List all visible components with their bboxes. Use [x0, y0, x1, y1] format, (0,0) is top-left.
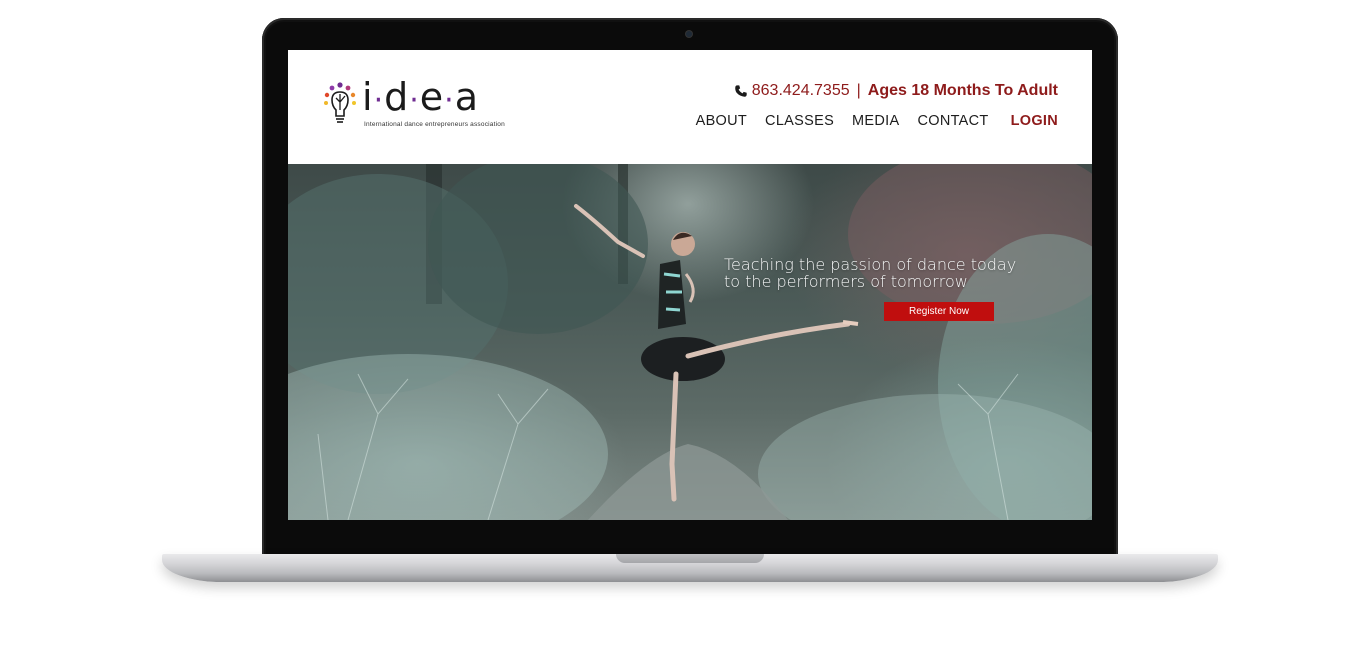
logo-tagline: International dance entrepreneurs associ…: [364, 121, 505, 128]
logo-letter-e: e: [419, 75, 445, 119]
hero-tagline-line-2: to the performers of tomorrow: [724, 272, 968, 291]
logo-dot: ·: [444, 83, 455, 118]
site-logo[interactable]: i·d·e·a International dance entrepreneur…: [322, 75, 522, 134]
nav-contact[interactable]: CONTACT: [917, 113, 988, 129]
logo-letter-a: a: [454, 75, 480, 119]
laptop-base-notch: [616, 554, 764, 563]
logo-letter-i: i: [362, 75, 374, 119]
hero-tagline: Teaching the passion of dance today to t…: [724, 256, 1016, 290]
nav-login[interactable]: LOGIN: [1011, 113, 1058, 129]
nav-classes[interactable]: CLASSES: [765, 113, 834, 129]
laptop-lid: i·d·e·a International dance entrepreneur…: [262, 18, 1118, 558]
main-nav: ABOUT CLASSES MEDIA CONTACT LOGIN: [696, 113, 1058, 129]
contact-separator: |: [856, 82, 861, 99]
hero-tagline-line-1: Teaching the passion of dance today: [724, 255, 1017, 274]
lightbulb-dancer-icon: [324, 82, 356, 123]
laptop-mockup: i·d·e·a International dance entrepreneur…: [0, 0, 1364, 668]
hero-photo-dancer-in-forest: [288, 164, 1092, 520]
nav-media[interactable]: MEDIA: [852, 113, 899, 129]
logo-dot: ·: [373, 83, 385, 118]
hero-banner: Teaching the passion of dance today to t…: [288, 164, 1092, 520]
register-now-button[interactable]: Register Now: [884, 302, 994, 321]
logo-letter-d: d: [384, 75, 410, 119]
camera-icon: [686, 31, 692, 37]
ages-label: Ages 18 Months To Adult: [867, 82, 1058, 99]
logo-wordmark: i·d·e·a: [362, 74, 479, 124]
laptop-screen: i·d·e·a International dance entrepreneur…: [288, 50, 1092, 520]
laptop-base: [162, 554, 1218, 582]
nav-about[interactable]: ABOUT: [696, 113, 747, 129]
contact-line: 863.424.7355 | Ages 18 Months To Adult: [734, 82, 1058, 100]
logo-dot: ·: [409, 83, 420, 118]
phone-icon: [734, 85, 747, 97]
phone-number[interactable]: 863.424.7355: [752, 82, 850, 100]
site-header: i·d·e·a International dance entrepreneur…: [288, 50, 1092, 164]
